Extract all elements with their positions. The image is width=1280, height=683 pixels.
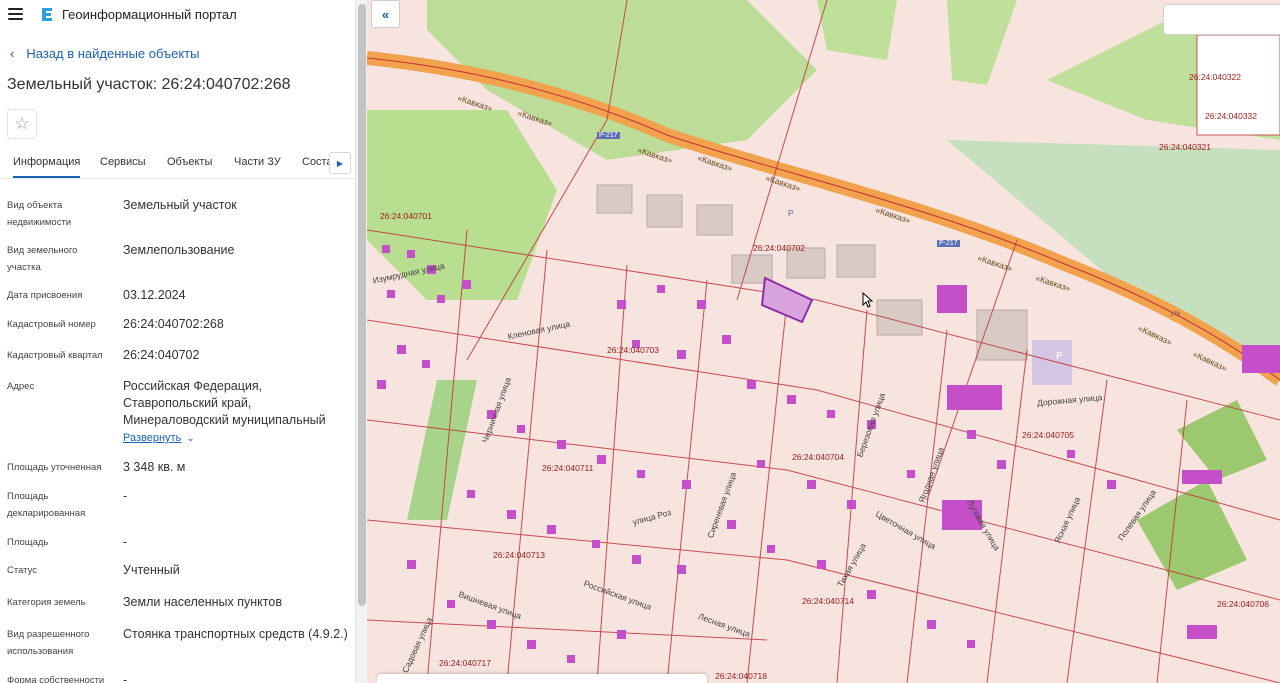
attr-value: - <box>123 489 128 503</box>
quarter-label: 26:24:040703 <box>607 345 659 355</box>
attr-value: 26:24:040702:268 <box>123 317 224 331</box>
expand-label: Развернуть <box>123 432 182 444</box>
attr-value: Земельный участок <box>123 198 237 212</box>
quarter-label: 26:24:040718 <box>715 671 767 681</box>
collapse-panel-button[interactable]: « <box>371 0 400 28</box>
green-area <box>407 380 477 520</box>
attr-label: Статус <box>7 565 38 576</box>
map-view[interactable]: 26:24:040701 26:24:040702 26:24:040703 2… <box>367 0 1280 683</box>
green-area <box>817 0 897 60</box>
back-to-results-link[interactable]: ‹ Назад в найденные объекты <box>10 46 199 61</box>
attr-value: - <box>123 673 128 683</box>
attr-label: Вид земельного участка <box>7 245 78 273</box>
building <box>646 194 683 228</box>
tab-composition[interactable]: Соста <box>302 156 333 168</box>
tab-bar: Информация Сервисы Объекты Части ЗУ Сост… <box>0 148 355 179</box>
quarter-label: 26:24:040714 <box>802 596 854 606</box>
panel-scrollbar[interactable] <box>355 0 367 683</box>
address-expand-link[interactable]: Развернуть ⌄ <box>123 432 195 444</box>
selected-parcel[interactable] <box>760 276 814 324</box>
attr-label: Дата присвоения <box>7 290 83 301</box>
mouse-cursor-icon <box>862 292 874 308</box>
quarter-label: 26:24:040701 <box>380 211 432 221</box>
parking-area <box>1032 340 1072 385</box>
parking-sign: Р <box>788 208 794 218</box>
attr-value: - <box>123 535 128 549</box>
attr-label: Форма собственности <box>7 675 105 683</box>
star-icon: ☆ <box>14 114 30 133</box>
map-canvas[interactable] <box>367 0 1280 683</box>
attr-label: Кадастровый квартал <box>7 350 103 361</box>
attr-value: Земли населенных пунктов <box>123 595 282 609</box>
building <box>836 244 876 278</box>
attr-value: Землепользование <box>123 243 235 257</box>
scrollbar-thumb[interactable] <box>358 4 366 606</box>
tab-parcel-parts[interactable]: Части ЗУ <box>234 156 281 168</box>
quarter-label: 26:24:040321 <box>1159 142 1211 152</box>
attr-label: Площадь уточненная <box>7 462 102 473</box>
map-bottom-toolbar[interactable] <box>377 674 707 683</box>
attr-label: Категория земель <box>7 597 86 608</box>
attr-label: Адрес <box>7 381 35 392</box>
caret-right-icon: ▶ <box>336 158 344 168</box>
quarter-label: 26:24:040704 <box>792 452 844 462</box>
building <box>596 184 633 214</box>
green-area <box>947 0 1017 85</box>
top-bar: Геоинформационный портал <box>0 0 355 28</box>
attr-value: 3 348 кв. м <box>123 460 186 474</box>
quarter-label: 26:24:040322 <box>1189 72 1241 82</box>
quarter-label: 26:24:040717 <box>439 658 491 668</box>
attr-label: Кадастровый номер <box>7 319 96 330</box>
building-number: 178 <box>1170 312 1181 318</box>
route-shield: Р-217 <box>937 240 960 247</box>
chevron-down-icon: ⌄ <box>186 433 195 444</box>
chevron-left-icon: ‹ <box>10 46 15 61</box>
quarter-label: 26:24:040702 <box>753 243 805 253</box>
app-title: Геоинформационный портал <box>62 6 237 22</box>
quarter-label: 26:24:040332 <box>1205 111 1257 121</box>
attr-value: 03.12.2024 <box>123 288 186 302</box>
portal-logo-icon <box>42 8 52 21</box>
tab-services[interactable]: Сервисы <box>100 156 146 168</box>
tab-objects[interactable]: Объекты <box>167 156 212 168</box>
attr-label: Вид объекта недвижимости <box>7 200 72 228</box>
attr-label: Площадь декларированная <box>7 491 86 519</box>
attr-label: Площадь <box>7 537 49 548</box>
tabs-scroll-right-button[interactable]: ▶ <box>329 152 351 174</box>
building <box>696 204 733 236</box>
attr-label: Вид разрешенного использования <box>7 629 90 657</box>
favorite-button[interactable]: ☆ <box>7 109 37 139</box>
quarter-label: 26:24:040713 <box>493 550 545 560</box>
quarter-label: 26:24:040705 <box>1022 430 1074 440</box>
double-chevron-left-icon: « <box>381 6 390 22</box>
tab-information[interactable]: Информация <box>13 156 81 178</box>
map-search-input[interactable] <box>1163 4 1280 35</box>
route-shield: Р-217 <box>597 132 620 139</box>
parking-sign: P <box>1056 351 1063 362</box>
attr-value: Российская Федерация, Ставропольский кра… <box>123 379 326 427</box>
object-title: Земельный участок: 26:24:040702:268 <box>7 76 291 93</box>
back-link-label: Назад в найденные объекты <box>26 46 200 61</box>
attr-value: Учтенный <box>123 563 180 577</box>
menu-icon[interactable] <box>8 8 23 20</box>
attr-value: 26:24:040702 <box>123 348 200 362</box>
green-area <box>1177 400 1267 480</box>
quarter-label: 26:24:040711 <box>542 463 594 473</box>
attr-value: Стоянка транспортных средств (4.9.2.) <box>123 627 348 641</box>
info-panel: Геоинформационный портал ‹ Назад в найде… <box>0 0 355 683</box>
quarter-label: 26:24:040706 <box>1217 599 1269 609</box>
